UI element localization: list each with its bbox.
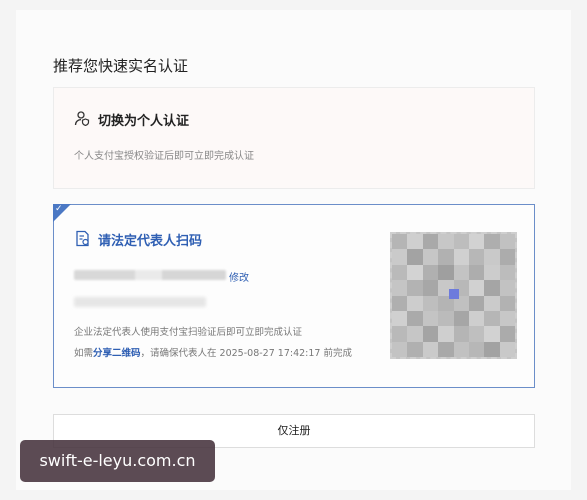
share-qr-hint: 如需分享二维码，请确保代表人在 2025-08-27 17:42:17 前完成 (74, 345, 352, 359)
page-title: 推荐您快速实名认证 (53, 57, 189, 75)
person-auth-title: 切换为个人认证 (98, 114, 190, 129)
company-name-redacted (74, 270, 226, 280)
person-auth-description: 个人支付宝授权验证后即可立即完成认证 (74, 151, 254, 162)
person-auth-option[interactable]: 切换为个人认证 个人支付宝授权验证后即可立即完成认证 (53, 87, 535, 189)
qr-code (390, 232, 517, 359)
legal-rep-description: 企业法定代表人使用支付宝扫验证后即可立即完成认证 (74, 327, 303, 338)
company-id-redacted (74, 297, 206, 307)
document-scan-icon (76, 230, 89, 247)
legal-rep-title: 请法定代表人扫码 (98, 234, 203, 249)
watermark: swift-e-leyu.com.cn (20, 440, 215, 482)
share-qr-link[interactable]: 分享二维码 (93, 348, 141, 359)
qr-center-logo (449, 289, 459, 299)
share-hint-suffix: ，请确保代表人在 2025-08-27 17:42:17 前完成 (140, 348, 352, 359)
user-shield-icon (74, 111, 90, 126)
modify-link[interactable]: 修改 (229, 269, 249, 284)
legal-rep-auth-option[interactable]: ✓ 请法定代表人扫码 修改 企业法定代表人使用支付宝扫验证后即可立即完成认证 如… (53, 204, 535, 388)
check-icon: ✓ (55, 204, 63, 214)
share-hint-prefix: 如需 (74, 348, 94, 359)
